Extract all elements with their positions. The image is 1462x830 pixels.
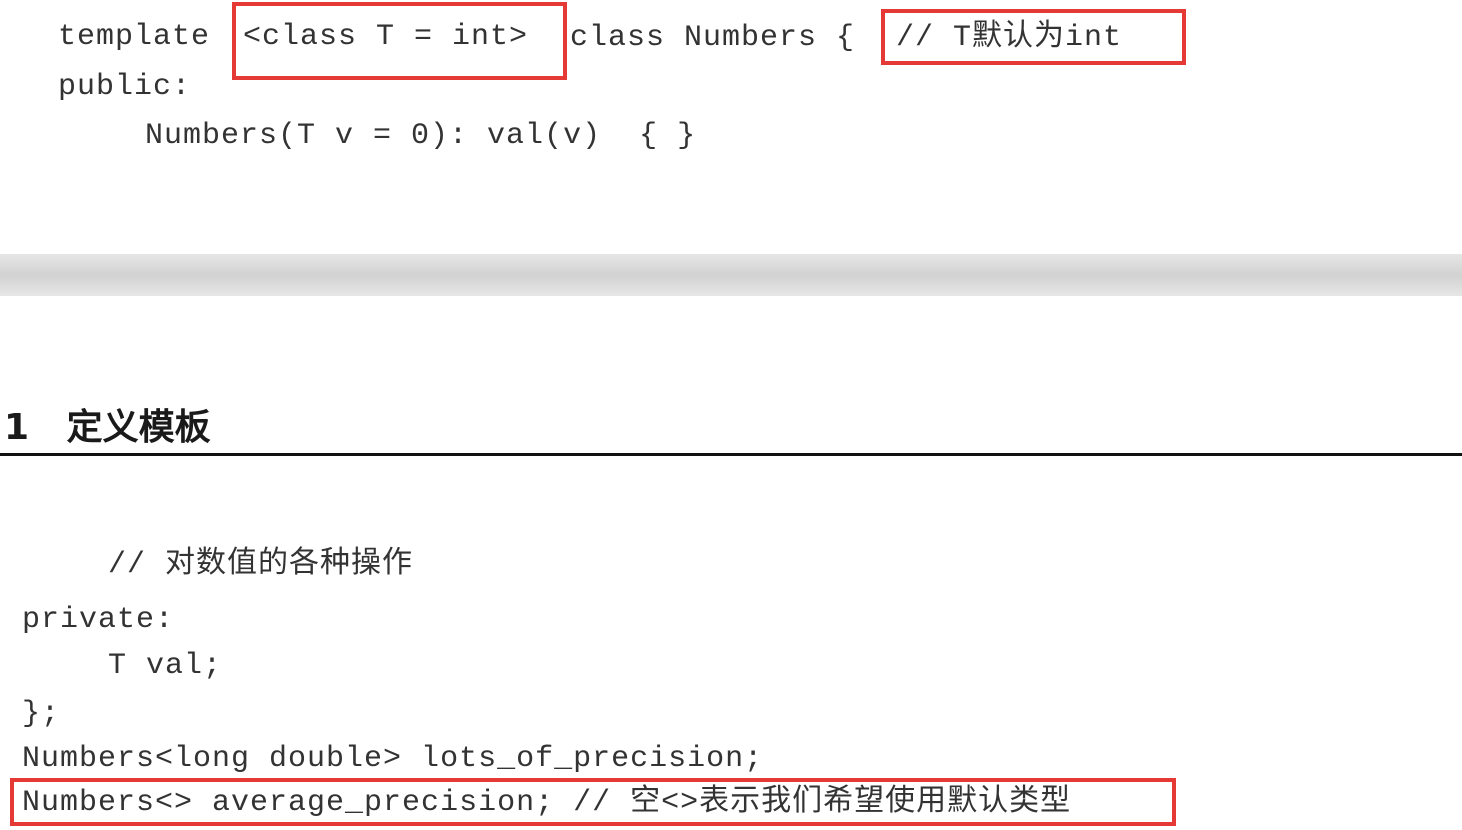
highlight-template-params	[232, 2, 567, 80]
page-divider	[0, 254, 1462, 296]
code-class-declaration: class Numbers {	[570, 21, 856, 55]
highlight-default-decl	[10, 778, 1176, 826]
code-operations-comment: // 对数值的各种操作	[108, 548, 414, 582]
code-private-label: private:	[22, 603, 175, 637]
highlight-default-comment	[881, 9, 1186, 65]
code-decl-long-double: Numbers<long double> lots_of_precision;	[22, 742, 764, 776]
code-template-keyword: template	[58, 20, 211, 54]
section-title: 定义模板	[66, 407, 211, 448]
section-heading: 1 定义模板	[4, 406, 211, 450]
code-constructor: Numbers(T v = 0): val(v) { }	[145, 119, 697, 153]
code-class-close: };	[22, 697, 61, 731]
code-public-label: public:	[58, 70, 192, 104]
section-number: 1	[4, 407, 30, 448]
code-member-val: T val;	[108, 649, 223, 683]
heading-rule	[0, 453, 1462, 456]
